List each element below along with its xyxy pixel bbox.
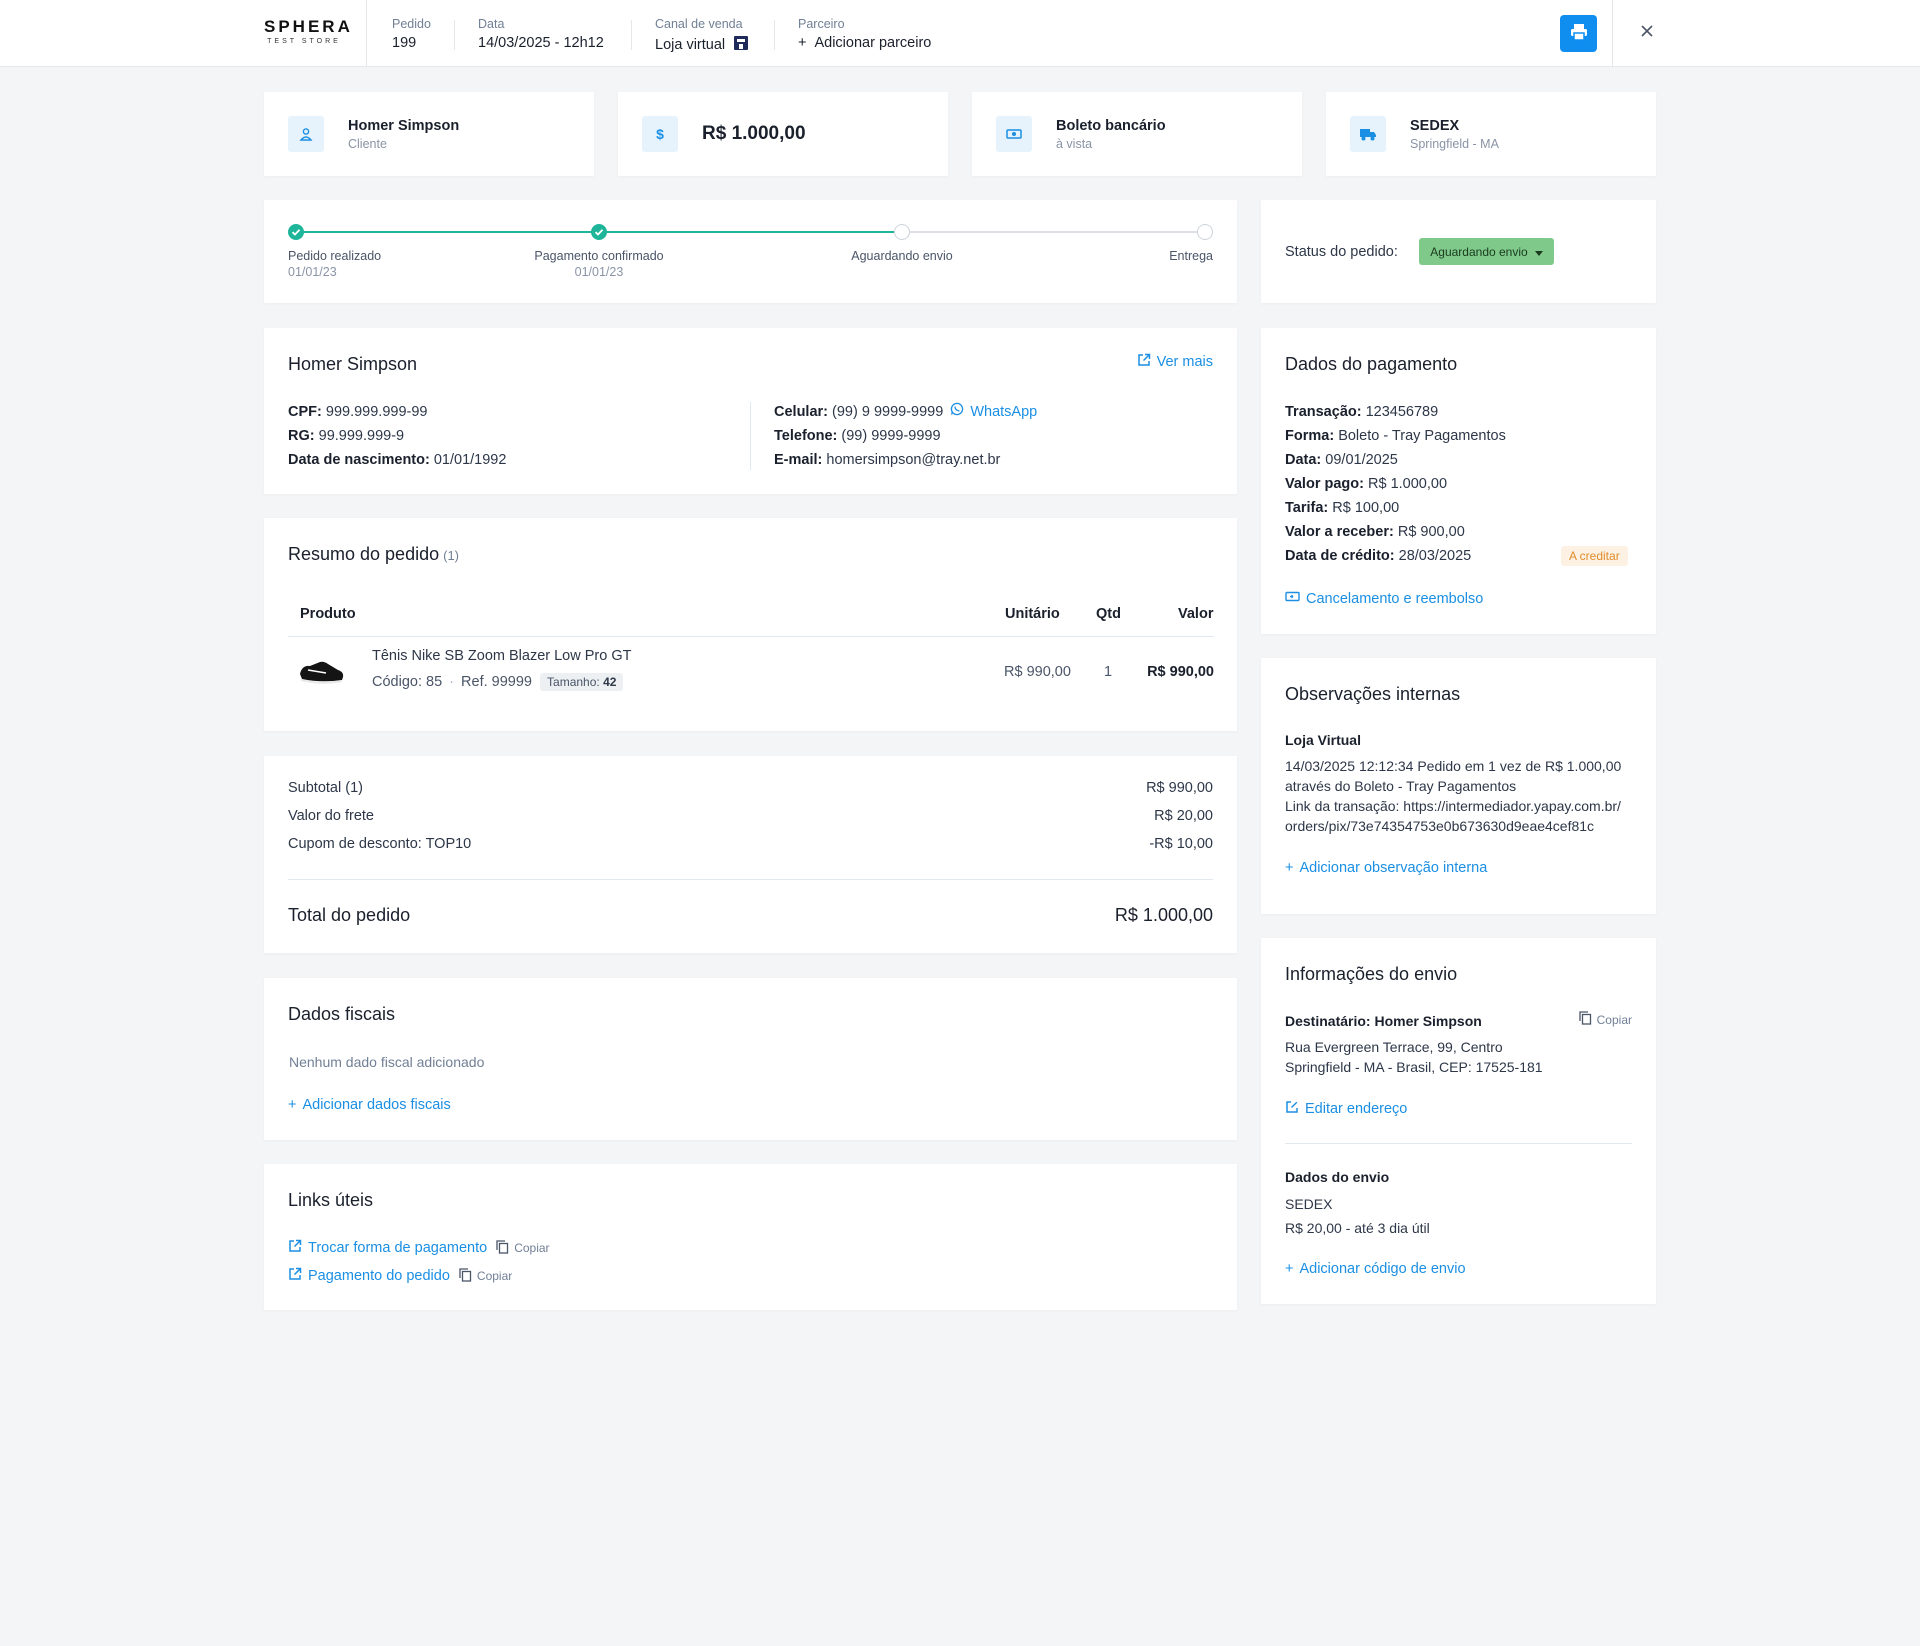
fiscal-data-card: Dados fiscais Nenhum dado fiscal adicion… bbox=[264, 978, 1237, 1140]
refund-icon bbox=[1285, 591, 1300, 607]
shipping-summary-card: SEDEX Springfield - MA bbox=[1326, 92, 1656, 176]
sales-channel-field: Canal de venda Loja virtual bbox=[655, 17, 749, 55]
dollar-icon: $ bbox=[642, 116, 678, 152]
order-number-field: Pedido 199 bbox=[392, 17, 431, 51]
whatsapp-link[interactable]: WhatsApp bbox=[950, 400, 1037, 424]
internal-notes-card: Observações internas Loja Virtual 14/03/… bbox=[1261, 658, 1656, 914]
change-payment-link[interactable]: Trocar forma de pagamento bbox=[288, 1239, 487, 1257]
top-bar: SPHERA TEST STORE Pedido 199 Data 14/03/… bbox=[0, 0, 1920, 67]
size-badge: Tamanho: 42 bbox=[540, 673, 624, 691]
cash-icon bbox=[996, 116, 1032, 152]
progress-line-done bbox=[296, 231, 599, 233]
partner-field: Parceiro + Adicionar parceiro bbox=[798, 17, 932, 51]
close-icon bbox=[1640, 24, 1654, 42]
progress-step-pending bbox=[894, 224, 910, 240]
printer-icon bbox=[1570, 23, 1588, 45]
total-summary-card: $ R$ 1.000,00 bbox=[618, 92, 948, 176]
useful-links-card: Links úteis Trocar forma de pagamento Co… bbox=[264, 1164, 1237, 1310]
copy-address-button[interactable]: Copiar bbox=[1578, 1011, 1632, 1028]
order-payment-link[interactable]: Pagamento do pedido bbox=[288, 1267, 450, 1285]
copy-icon bbox=[459, 1267, 472, 1285]
list-item: Pagamento do pedido Copiar bbox=[288, 1267, 512, 1285]
print-button[interactable] bbox=[1560, 15, 1597, 52]
add-partner-link[interactable]: + Adicionar parceiro bbox=[798, 35, 931, 51]
progress-step-pending bbox=[1197, 224, 1213, 240]
progress-step-label: Aguardando envio bbox=[851, 249, 953, 263]
see-more-link[interactable]: Ver mais bbox=[1137, 353, 1213, 371]
add-fiscal-data-link[interactable]: + Adicionar dados fiscais bbox=[288, 1097, 451, 1113]
whatsapp-icon bbox=[950, 400, 964, 424]
shipping-info-card: Informações do envio Destinatário: Homer… bbox=[1261, 938, 1656, 1304]
close-button[interactable] bbox=[1636, 22, 1658, 44]
progress-step-label: Pagamento confirmado 01/01/23 bbox=[534, 249, 664, 279]
user-icon bbox=[288, 116, 324, 152]
order-totals-card: Subtotal (1) R$ 990,00 Valor do frete R$… bbox=[264, 756, 1237, 953]
shipping-divider bbox=[1285, 1143, 1632, 1144]
truck-icon bbox=[1350, 116, 1386, 152]
order-status-dropdown[interactable]: Aguardando envio bbox=[1419, 238, 1554, 265]
order-summary-card: Resumo do pedido (1) bbox=[264, 518, 1237, 731]
progress-line-done bbox=[599, 231, 902, 233]
header-divider bbox=[1612, 0, 1613, 66]
add-tracking-code-link[interactable]: + Adicionar código de envio bbox=[1285, 1261, 1466, 1277]
cancel-refund-link[interactable]: Cancelamento e reembolso bbox=[1285, 591, 1483, 607]
plus-icon: + bbox=[288, 1097, 297, 1113]
payment-summary-card: Boleto bancário à vista bbox=[972, 92, 1302, 176]
header-separator bbox=[454, 20, 455, 50]
check-icon bbox=[594, 229, 604, 236]
customer-summary-card: Homer Simpson Cliente bbox=[264, 92, 594, 176]
header-divider bbox=[366, 0, 367, 66]
external-link-icon bbox=[288, 1267, 302, 1285]
progress-step-done bbox=[591, 224, 607, 240]
order-progress-card bbox=[264, 200, 1237, 303]
credit-status-badge: A creditar bbox=[1561, 546, 1628, 566]
progress-line-pending bbox=[902, 231, 1205, 233]
add-internal-note-link[interactable]: + Adicionar observação interna bbox=[1285, 860, 1487, 876]
list-item: Trocar forma de pagamento Copiar bbox=[288, 1239, 550, 1257]
check-icon bbox=[291, 229, 301, 236]
plus-icon: + bbox=[798, 35, 807, 51]
header-separator bbox=[631, 20, 632, 50]
totals-divider bbox=[288, 879, 1213, 880]
payment-data-card: Dados do pagamento Transação: 123456789 … bbox=[1261, 328, 1656, 634]
store-icon bbox=[733, 35, 749, 55]
edit-address-link[interactable]: Editar endereço bbox=[1285, 1100, 1407, 1118]
header-separator bbox=[774, 20, 775, 50]
product-thumbnail bbox=[296, 650, 348, 688]
copy-button[interactable]: Copiar bbox=[496, 1239, 550, 1257]
table-header-divider bbox=[288, 636, 1214, 637]
column-divider bbox=[750, 402, 751, 470]
customer-details-card: Homer Simpson Ver mais CPF: 999.999.999-… bbox=[264, 328, 1237, 494]
copy-icon bbox=[496, 1239, 509, 1257]
progress-step-label: Pedido realizado 01/01/23 bbox=[288, 249, 382, 279]
edit-icon bbox=[1285, 1100, 1299, 1118]
progress-step-done bbox=[288, 224, 304, 240]
external-link-icon bbox=[1137, 353, 1151, 371]
copy-icon bbox=[1578, 1011, 1592, 1028]
progress-step-label: Entrega bbox=[1169, 249, 1213, 263]
external-link-icon bbox=[288, 1239, 302, 1257]
copy-button[interactable]: Copiar bbox=[459, 1267, 512, 1285]
plus-icon: + bbox=[1285, 1261, 1294, 1277]
plus-icon: + bbox=[1285, 860, 1294, 876]
order-date-field: Data 14/03/2025 - 12h12 bbox=[478, 17, 604, 51]
store-logo: SPHERA TEST STORE bbox=[264, 17, 353, 46]
caret-down-icon bbox=[1534, 245, 1543, 259]
